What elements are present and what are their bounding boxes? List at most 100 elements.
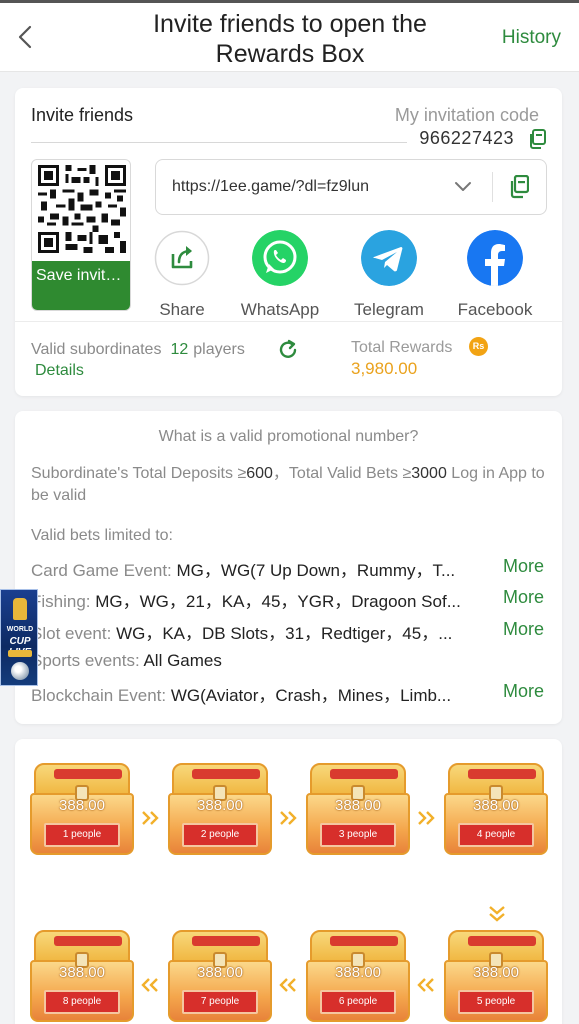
double-chevron-left-icon: [279, 978, 296, 992]
share-icon: [154, 230, 210, 286]
rule-deposit-label: Subordinate's Total Deposits ≥: [31, 465, 247, 482]
page-title: Invite friends to open the Rewards Box: [153, 10, 427, 68]
chest-people: 8 people: [44, 990, 120, 1014]
promo-rule: Subordinate's Total Deposits ≥600，Total …: [31, 463, 551, 507]
valid-bets-label: Valid bets limited to:: [31, 527, 173, 544]
bet-category: Fishing:: [31, 592, 96, 611]
reward-chest[interactable]: 388.00 2 people: [168, 763, 272, 859]
whatsapp-label: WhatsApp: [240, 300, 320, 319]
chest-amount: 388.00: [335, 797, 381, 814]
telegram-icon: [361, 230, 417, 286]
chest-people: 6 people: [320, 990, 396, 1014]
whatsapp-share-button[interactable]: WhatsApp: [230, 230, 330, 320]
chest-amount: 388.00: [197, 797, 243, 814]
chest-people: 2 people: [182, 823, 258, 847]
double-chevron-left-icon: [417, 978, 434, 992]
chest-people: 4 people: [458, 823, 534, 847]
invite-link: https://1ee.game/?dl=fz9lun: [172, 178, 370, 195]
rule-deposit-value: 600: [246, 465, 273, 482]
chest-amount: 388.00: [473, 964, 519, 981]
chest-amount: 388.00: [473, 797, 519, 814]
whatsapp-icon: [252, 230, 308, 286]
more-link-slot[interactable]: More: [503, 619, 544, 640]
copy-link-icon[interactable]: [509, 175, 529, 199]
rule-bets-label: ，Total Valid Bets ≥: [272, 465, 412, 482]
chest-amount: 388.00: [59, 797, 105, 814]
valid-subordinates-label: Valid subordinates: [31, 341, 162, 358]
reward-chest[interactable]: 388.00 7 people: [168, 930, 272, 1024]
valid-subordinates-unit: players: [193, 341, 245, 358]
reward-chest[interactable]: 388.00 4 people: [444, 763, 548, 859]
banner-line1: WORLD: [6, 626, 34, 633]
reward-chests-card: 388.00 1 people 388.00 2 people 388.00 3…: [15, 739, 562, 1024]
double-chevron-left-icon: [141, 978, 158, 992]
football-icon: [11, 662, 29, 680]
bet-category: Slot event:: [31, 624, 117, 643]
bet-category: Blockchain Event:: [31, 686, 171, 705]
chest-people: 3 people: [320, 823, 396, 847]
chest-people: 5 people: [458, 990, 534, 1014]
qr-code: [38, 165, 126, 253]
invitation-code: 966227423: [419, 128, 514, 148]
more-link-fishing[interactable]: More: [503, 587, 544, 608]
bet-row-card-game: Card Game Event: MG，WG(7 Up Down，Rummy，T…: [31, 556, 499, 581]
bet-value: WG(Aviator，Crash，Mines，Limb...: [170, 686, 452, 705]
more-link-blockchain[interactable]: More: [503, 681, 544, 702]
bet-value: All Games: [143, 651, 222, 670]
reward-chest[interactable]: 388.00 5 people: [444, 930, 548, 1024]
facebook-share-button[interactable]: Facebook: [445, 230, 545, 320]
telegram-share-button[interactable]: Telegram: [339, 230, 439, 320]
reward-chest[interactable]: 388.00 6 people: [306, 930, 410, 1024]
chest-people: 1 people: [44, 823, 120, 847]
facebook-icon: [467, 230, 523, 286]
chest-amount: 388.00: [335, 964, 381, 981]
divider: [15, 321, 562, 322]
invite-friends-label: Invite friends: [31, 105, 134, 125]
back-arrow-icon[interactable]: [14, 23, 38, 51]
bet-row-slot: Slot event: WG，KA，DB Slots，31，Redtiger，4…: [31, 619, 499, 644]
double-chevron-right-icon: [280, 811, 297, 825]
invitation-code-label: My invitation code: [394, 105, 539, 125]
bet-value: WG，KA，DB Slots，31，Redtiger，45，...: [116, 624, 453, 643]
history-link[interactable]: History: [502, 27, 561, 49]
invite-card: Invite friends My invitation code 966227…: [15, 88, 562, 396]
divider: [31, 142, 407, 143]
reward-chest[interactable]: 388.00 3 people: [306, 763, 410, 859]
copy-code-icon[interactable]: [528, 129, 546, 149]
invite-link-field[interactable]: https://1ee.game/?dl=fz9lun: [155, 159, 547, 215]
banner-button: [8, 650, 32, 657]
bet-value: MG，WG(7 Up Down，Rummy，T...: [176, 561, 456, 580]
save-invitation-label: Save invitation...: [36, 267, 131, 284]
share-label: Share: [159, 300, 205, 319]
valid-subordinates: Valid subordinates 12 players: [31, 341, 245, 359]
world-cup-live-banner[interactable]: WORLD CUPLIVE: [0, 589, 38, 686]
refresh-icon[interactable]: [277, 339, 299, 361]
save-invitation-button[interactable]: Save invitation...: [32, 261, 131, 310]
bet-row-fishing: Fishing: MG，WG，21，KA，45，YGR，Dragoon Sof.…: [31, 587, 499, 612]
bet-category: Sports events:: [31, 651, 144, 670]
reward-chest[interactable]: 388.00 8 people: [30, 930, 134, 1024]
share-button[interactable]: Share: [132, 230, 232, 320]
double-chevron-right-icon: [418, 811, 435, 825]
chevron-down-icon[interactable]: [454, 180, 472, 194]
header: Invite friends to open the Rewards Box H…: [0, 3, 579, 72]
bet-value: MG，WG，21，KA，45，YGR，Dragoon Sof...: [95, 592, 461, 611]
telegram-label: Telegram: [354, 300, 424, 319]
promo-rules-card: What is a valid promotional number? Subo…: [15, 411, 562, 724]
double-chevron-right-icon: [142, 811, 159, 825]
rupee-coin-icon: Rs: [469, 337, 488, 356]
trophy-icon: [13, 598, 27, 620]
more-link-card-game[interactable]: More: [503, 556, 544, 577]
divider: [492, 172, 493, 202]
promo-question: What is a valid promotional number?: [158, 428, 419, 445]
details-link[interactable]: Details: [35, 362, 84, 380]
bet-row-blockchain: Blockchain Event: WG(Aviator，Crash，Mines…: [31, 681, 499, 706]
total-rewards-value: 3,980.00: [351, 359, 418, 378]
reward-chest[interactable]: 388.00 1 people: [30, 763, 134, 859]
valid-subordinates-count: 12: [170, 341, 189, 358]
rule-bets-value: 3000: [411, 465, 447, 482]
double-chevron-down-icon: [489, 906, 505, 922]
chest-amount: 388.00: [59, 964, 105, 981]
bet-row-sports: Sports events: All Games: [31, 651, 499, 671]
chest-amount: 388.00: [197, 964, 243, 981]
